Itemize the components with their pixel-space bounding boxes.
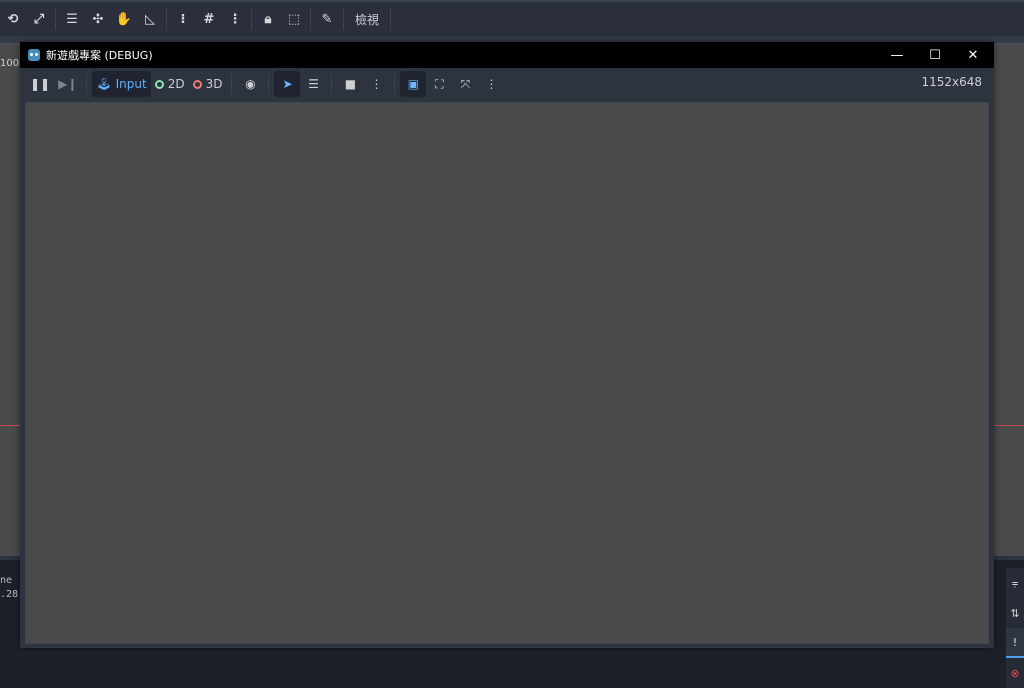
toolbar-separator	[310, 8, 311, 30]
more-options-icon[interactable]: ⋮	[222, 6, 248, 32]
more-options-icon[interactable]: ⋮	[478, 71, 504, 97]
bone-icon[interactable]: ✎	[314, 6, 340, 32]
toolbar-separator	[251, 8, 252, 30]
expand-icon[interactable]: ⛶	[426, 71, 452, 97]
game-toolbar: ❚❚ ▶❙ 🕹︎ Input 2D 3D ◉ ➤ ☰ ■ ⋮ ▣ ⛶ ⤧ ⋮	[20, 68, 994, 100]
mode-2d-label: 2D	[167, 77, 185, 91]
input-label: Input	[115, 77, 147, 91]
debug-window: 新遊戲專案 (DEBUG) — ☐ ✕ ❚❚ ▶❙ 🕹︎ Input 2D 3D…	[20, 42, 994, 648]
toolbar-separator	[343, 8, 344, 30]
console-output: ne .28	[0, 574, 18, 602]
resolution-label: 1152x648	[921, 75, 982, 89]
window-title-bar[interactable]: 新遊戲專案 (DEBUG) — ☐ ✕	[20, 42, 994, 68]
joystick-icon: 🕹︎	[96, 77, 112, 91]
window-title: 新遊戲專案 (DEBUG)	[46, 49, 153, 62]
camera-icon[interactable]: ■	[337, 71, 363, 97]
list-select-icon[interactable]: ☰	[300, 71, 326, 97]
close-button[interactable]: ✕	[954, 42, 992, 68]
x-axis-line	[994, 425, 1024, 426]
warning-icon[interactable]: !	[1006, 628, 1024, 658]
toolbar-separator	[166, 8, 167, 30]
collapse-icon[interactable]: ⩦	[1006, 568, 1024, 598]
mode-3d-button[interactable]: 3D	[189, 71, 227, 97]
3d-icon	[192, 79, 202, 89]
toolbar-separator	[390, 8, 392, 30]
toolbar-separator	[86, 73, 88, 95]
scale-icon[interactable]: ⤢	[26, 6, 52, 32]
rotate-icon[interactable]: ⟲	[0, 6, 26, 32]
right-dock: ⩦ ⇅ ! ⊗	[1006, 568, 1024, 688]
smart-snap-icon[interactable]: ⁝	[170, 6, 196, 32]
mode-2d-button[interactable]: 2D	[151, 71, 189, 97]
list-select-icon[interactable]: ☰	[59, 6, 85, 32]
next-frame-icon[interactable]: ▶❙	[54, 71, 81, 97]
editor-toolbar: ⟲ ⤢ ☰ ✣ ✋ ◺ ⁝ # ⋮ 🔒︎ ⬚ ✎ 檢視	[0, 0, 1024, 36]
group-icon[interactable]: ⬚	[281, 6, 307, 32]
2d-icon	[154, 79, 164, 89]
input-mode-button[interactable]: 🕹︎ Input	[92, 71, 151, 97]
toolbar-separator	[268, 73, 270, 95]
console-line: ne	[0, 575, 13, 586]
game-viewport[interactable]	[25, 102, 989, 644]
console-line: .28	[0, 589, 19, 600]
godot-app-icon	[28, 49, 40, 61]
error-icon[interactable]: ⊗	[1006, 658, 1024, 688]
lock-icon[interactable]: 🔒︎	[255, 6, 281, 32]
toolbar-separator	[394, 73, 396, 95]
filter-icon[interactable]: ⇅	[1006, 598, 1024, 628]
focus-camera-icon[interactable]: ▣	[400, 71, 427, 97]
ruler-label: 100	[0, 58, 20, 69]
x-axis-line	[0, 425, 22, 426]
mode-3d-label: 3D	[205, 77, 223, 91]
toolbar-separator	[55, 8, 56, 30]
more-options-icon[interactable]: ⋮	[363, 71, 389, 97]
grid-snap-icon[interactable]: #	[196, 6, 222, 32]
fit-screen-icon[interactable]: ⤧	[452, 71, 478, 97]
pan-hand-icon[interactable]: ✋	[111, 6, 137, 32]
toolbar-separator	[331, 73, 333, 95]
select-arrow-icon[interactable]: ➤	[274, 71, 301, 97]
ruler-icon[interactable]: ◺	[137, 6, 163, 32]
maximize-button[interactable]: ☐	[916, 42, 954, 68]
view-menu[interactable]: 檢視	[347, 11, 387, 28]
minimize-button[interactable]: —	[878, 42, 916, 68]
toolbar-separator	[231, 73, 233, 95]
pivot-icon[interactable]: ✣	[85, 6, 111, 32]
pause-icon[interactable]: ❚❚	[26, 71, 54, 97]
visibility-eye-icon[interactable]: ◉	[237, 71, 263, 97]
